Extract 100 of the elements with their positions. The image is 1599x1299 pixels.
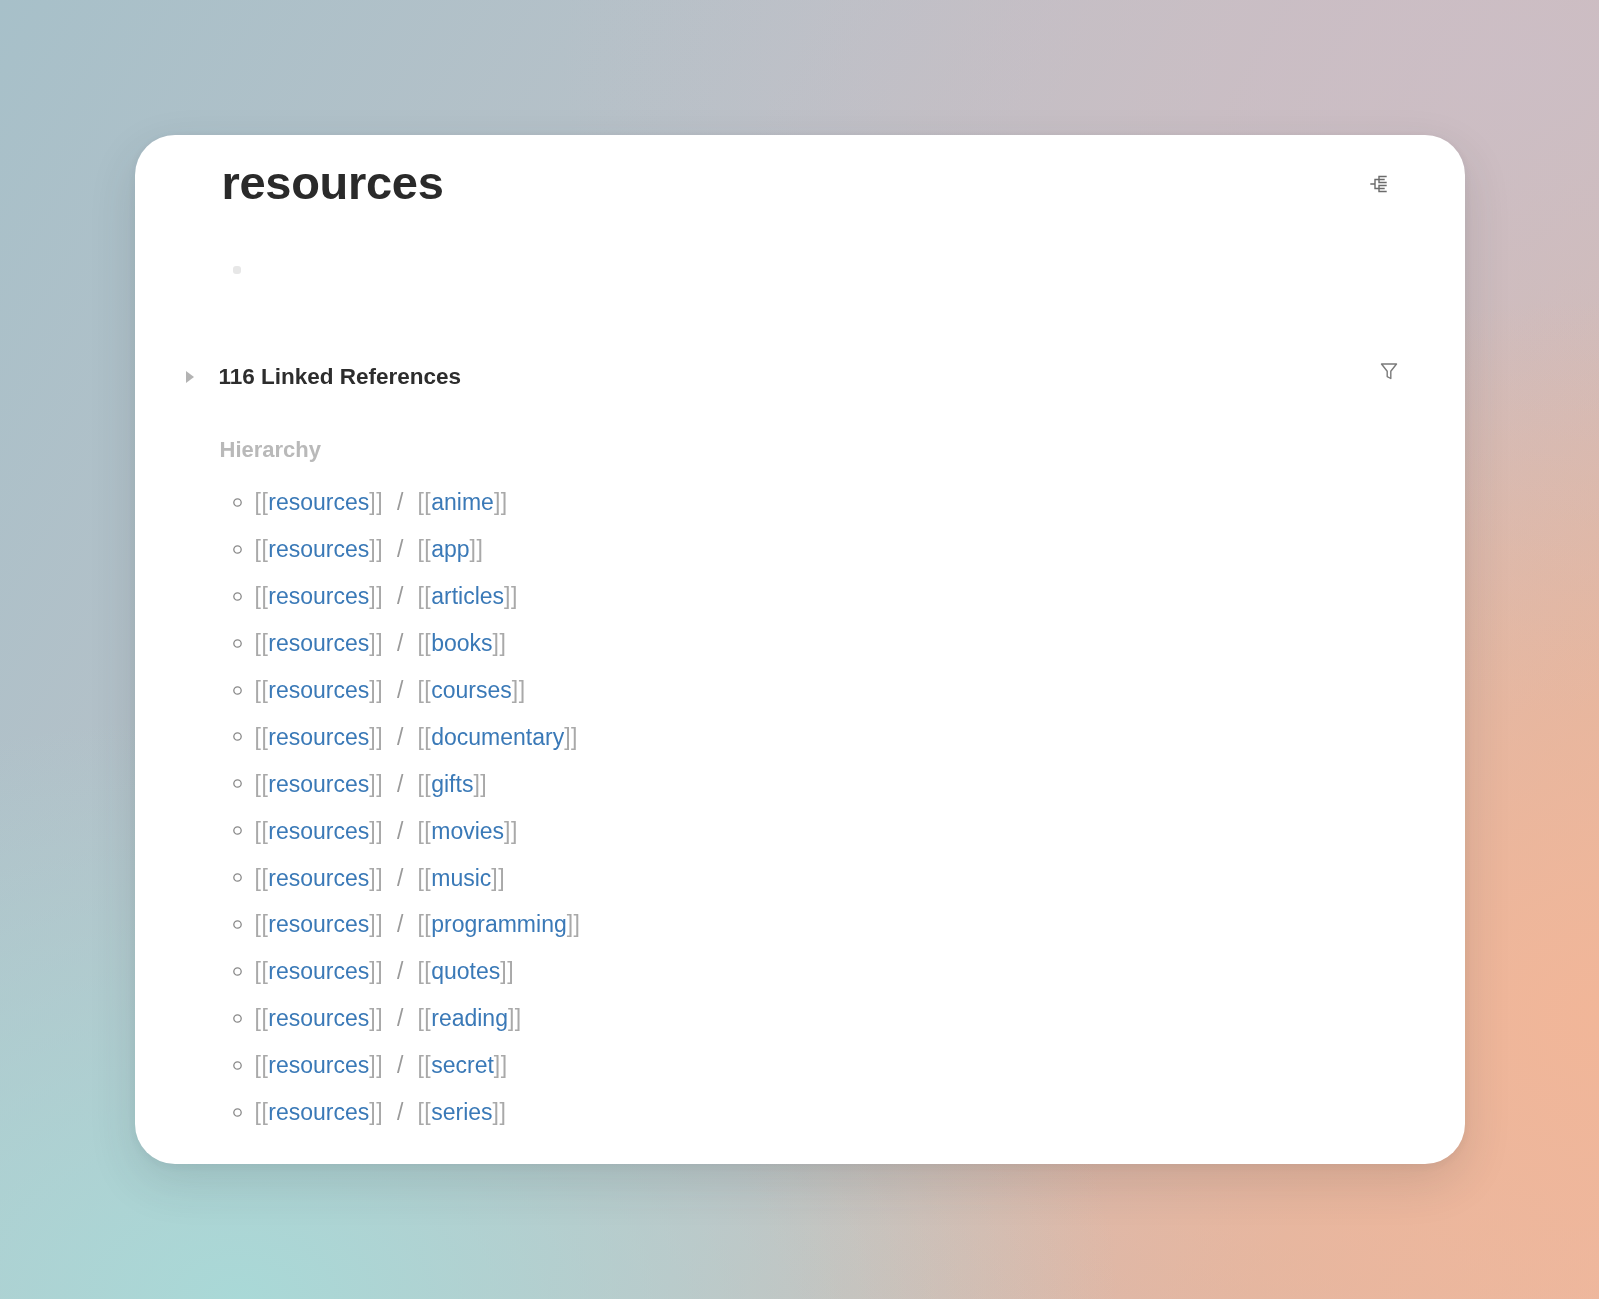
- link-bracket: ]]: [369, 1004, 384, 1033]
- page-link[interactable]: app: [431, 535, 470, 564]
- link-bracket: [[: [417, 488, 432, 517]
- bullet-icon: [232, 1107, 242, 1117]
- tree-icon[interactable]: [1369, 175, 1388, 193]
- bullet-icon: [232, 732, 242, 742]
- link-bracket: ]]: [369, 488, 384, 517]
- page-link[interactable]: resources: [268, 957, 370, 986]
- link-bracket: ]]: [504, 816, 518, 845]
- link-bracket: [[: [417, 629, 432, 658]
- page-link[interactable]: gifts: [431, 769, 474, 798]
- link-bracket: [[: [417, 582, 432, 611]
- link-bracket: [[: [417, 769, 432, 798]
- link-bracket: [[: [417, 863, 432, 892]
- page-link[interactable]: resources: [268, 863, 370, 892]
- page-link[interactable]: secret: [431, 1051, 494, 1080]
- link-bracket: ]]: [469, 535, 484, 564]
- link-bracket: ]]: [369, 1098, 384, 1126]
- link-bracket: ]]: [369, 910, 384, 939]
- page-link[interactable]: music: [431, 863, 492, 892]
- link-bracket: ]]: [369, 957, 384, 986]
- link-bracket: ]]: [566, 910, 581, 939]
- link-bracket: ]]: [369, 1051, 384, 1080]
- link-bracket: ]]: [504, 582, 518, 611]
- page-link[interactable]: resources: [268, 1098, 370, 1126]
- link-bracket: [[: [254, 1004, 269, 1033]
- page-link[interactable]: books: [431, 629, 493, 658]
- page-link[interactable]: resources: [268, 1051, 370, 1080]
- bullet-icon: [232, 779, 242, 789]
- filter-icon[interactable]: [1379, 362, 1398, 380]
- path-separator: /: [397, 1051, 404, 1080]
- path-separator: /: [397, 1098, 404, 1126]
- path-separator: /: [397, 863, 404, 892]
- page-link[interactable]: resources: [268, 769, 370, 798]
- link-bracket: ]]: [369, 582, 384, 611]
- link-bracket: [[: [417, 535, 432, 564]
- page-link[interactable]: resources: [268, 582, 370, 611]
- link-bracket: ]]: [500, 957, 515, 986]
- page-link[interactable]: reading: [431, 1004, 508, 1033]
- link-bracket: [[: [254, 769, 269, 798]
- link-bracket: [[: [254, 582, 269, 611]
- link-bracket: ]]: [369, 535, 384, 564]
- link-bracket: ]]: [369, 863, 384, 892]
- bullet-icon: [232, 1060, 242, 1070]
- path-separator: /: [397, 488, 404, 517]
- page-link[interactable]: anime: [431, 488, 494, 517]
- path-separator: /: [397, 1004, 404, 1033]
- path-separator: /: [397, 629, 404, 658]
- page-link[interactable]: movies: [431, 816, 505, 845]
- bullet-icon: [232, 544, 242, 554]
- link-bracket: [[: [254, 957, 269, 986]
- page-link[interactable]: courses: [431, 676, 512, 704]
- link-bracket: ]]: [369, 722, 384, 751]
- page-link[interactable]: articles: [431, 582, 505, 611]
- link-bracket: ]]: [369, 816, 384, 845]
- link-bracket: ]]: [369, 629, 384, 658]
- page-link[interactable]: resources: [268, 535, 370, 564]
- link-bracket: ]]: [491, 863, 506, 892]
- page-link[interactable]: resources: [268, 910, 370, 939]
- link-bracket: [[: [254, 1051, 269, 1080]
- page-link[interactable]: resources: [268, 722, 370, 751]
- page-link[interactable]: resources: [268, 629, 370, 658]
- link-bracket: ]]: [369, 676, 384, 704]
- page-link[interactable]: series: [431, 1098, 493, 1126]
- path-separator: /: [397, 816, 404, 845]
- bullet-icon: [232, 685, 242, 695]
- link-bracket: [[: [254, 535, 269, 564]
- link-bracket: [[: [417, 910, 432, 939]
- page-link[interactable]: resources: [268, 676, 370, 704]
- section-heading: Hierarchy: [218, 436, 322, 464]
- link-bracket: [[: [254, 1098, 269, 1126]
- link-bracket: [[: [417, 1098, 432, 1126]
- bullet-icon: [232, 919, 242, 929]
- bullet-icon: [232, 966, 242, 976]
- page-link[interactable]: quotes: [431, 957, 501, 986]
- link-bracket: [[: [254, 863, 269, 892]
- link-bracket: [[: [254, 910, 269, 939]
- link-bracket: ]]: [492, 629, 507, 658]
- page-link[interactable]: resources: [268, 488, 370, 517]
- path-separator: /: [397, 676, 404, 704]
- page-link[interactable]: programming: [431, 910, 567, 939]
- link-bracket: [[: [417, 722, 432, 751]
- linked-references-heading: 116 Linked References: [218, 363, 462, 391]
- page-link[interactable]: resources: [268, 816, 370, 845]
- link-bracket: ]]: [492, 1098, 507, 1126]
- path-separator: /: [397, 722, 404, 751]
- path-separator: /: [397, 535, 404, 564]
- link-bracket: [[: [254, 488, 269, 517]
- link-bracket: [[: [254, 722, 269, 751]
- path-separator: /: [397, 769, 404, 798]
- link-bracket: ]]: [564, 722, 578, 751]
- link-bracket: [[: [254, 676, 269, 704]
- page-link[interactable]: resources: [268, 1004, 370, 1033]
- path-separator: /: [397, 910, 404, 939]
- link-bracket: [[: [417, 1051, 432, 1080]
- link-bracket: [[: [417, 1004, 432, 1033]
- path-separator: /: [397, 957, 404, 986]
- empty-bullet-icon: [232, 266, 241, 274]
- page-link[interactable]: documentary: [431, 722, 565, 751]
- path-separator: /: [397, 582, 404, 611]
